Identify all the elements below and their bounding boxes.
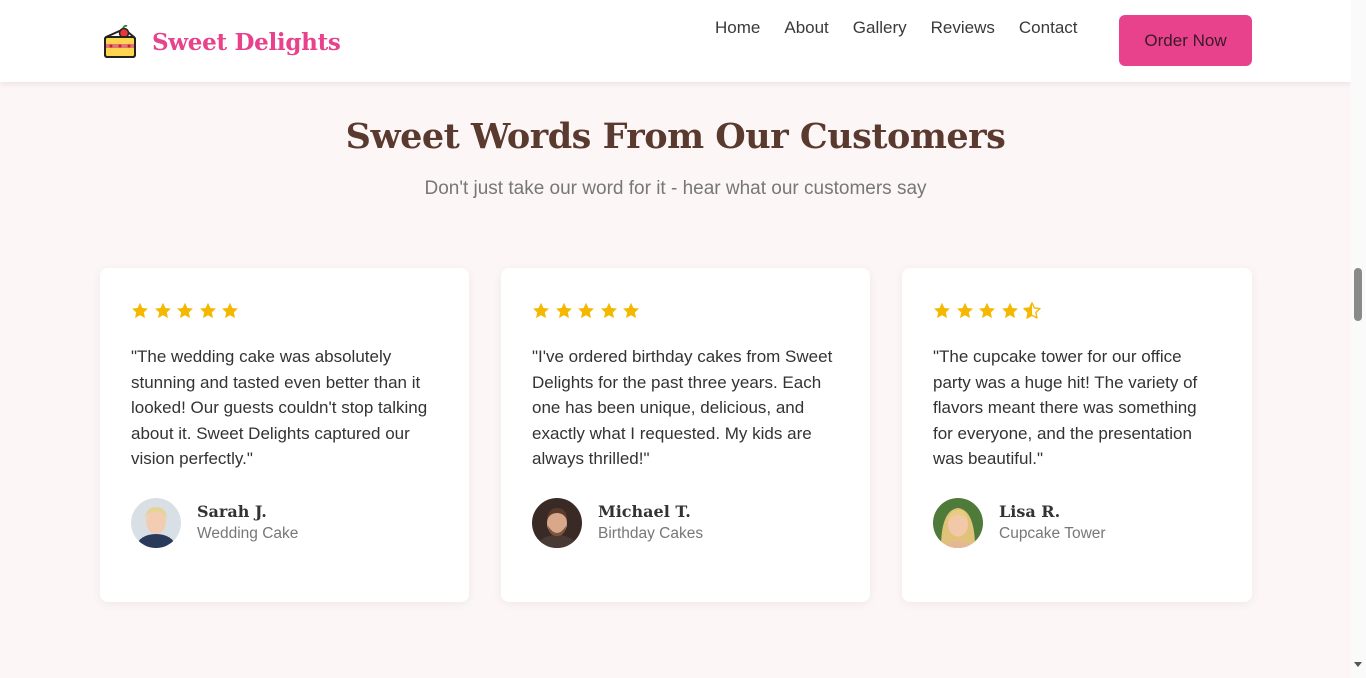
avatar bbox=[933, 497, 983, 548]
star-full-icon bbox=[979, 302, 995, 318]
star-full-icon bbox=[533, 302, 549, 318]
review-card: "The wedding cake was absolutely stunnin… bbox=[100, 268, 469, 602]
review-card: "The cupcake tower for our office party … bbox=[902, 268, 1252, 602]
author-name: Michael T. bbox=[598, 502, 691, 522]
section-subtitle: Don't just take our word for it - hear w… bbox=[424, 178, 927, 199]
review-author: Michael T. Birthday Cakes bbox=[532, 497, 839, 548]
cake-slice-icon bbox=[104, 24, 136, 58]
star-full-icon bbox=[222, 302, 238, 318]
review-card: "I've ordered birthday cakes from Sweet … bbox=[501, 268, 870, 602]
star-full-icon bbox=[132, 302, 148, 318]
nav-reviews[interactable]: Reviews bbox=[931, 17, 995, 39]
star-full-icon bbox=[578, 302, 594, 318]
author-name: Sarah J. bbox=[197, 502, 267, 522]
star-half-icon bbox=[1023, 302, 1041, 319]
avatar bbox=[532, 497, 582, 548]
nav-contact[interactable]: Contact bbox=[1019, 17, 1078, 39]
star-rating bbox=[933, 302, 1221, 322]
section-title: Sweet Words From Our Customers bbox=[345, 116, 1006, 157]
star-rating bbox=[131, 302, 438, 322]
star-full-icon bbox=[555, 302, 572, 318]
author-purchase: Cupcake Tower bbox=[999, 525, 1106, 543]
star-full-icon bbox=[154, 302, 171, 318]
star-full-icon bbox=[199, 302, 216, 318]
order-now-button[interactable]: Order Now bbox=[1119, 15, 1252, 66]
nav-home[interactable]: Home bbox=[715, 17, 760, 39]
nav-gallery[interactable]: Gallery bbox=[853, 17, 907, 39]
scrollbar-thumb[interactable] bbox=[1354, 268, 1362, 321]
site-header: Sweet Delights Home About Gallery Review… bbox=[0, 0, 1351, 82]
star-full-icon bbox=[600, 302, 617, 318]
review-text: "I've ordered birthday cakes from Sweet … bbox=[532, 347, 833, 469]
star-full-icon bbox=[623, 302, 639, 318]
review-author: Sarah J. Wedding Cake bbox=[131, 497, 438, 548]
star-rating bbox=[532, 302, 839, 322]
main-nav: Home About Gallery Reviews Contact bbox=[715, 17, 1102, 39]
brand-logo[interactable]: Sweet Delights bbox=[102, 22, 341, 62]
star-full-icon bbox=[934, 302, 950, 318]
brand-name: Sweet Delights bbox=[152, 28, 341, 56]
page-scrollbar[interactable] bbox=[1351, 0, 1366, 678]
star-full-icon bbox=[1001, 302, 1018, 318]
review-text: "The cupcake tower for our office party … bbox=[933, 347, 1198, 469]
author-name: Lisa R. bbox=[999, 502, 1061, 522]
author-purchase: Birthday Cakes bbox=[598, 525, 704, 543]
author-purchase: Wedding Cake bbox=[197, 525, 299, 543]
star-full-icon bbox=[177, 302, 193, 318]
avatar bbox=[131, 497, 181, 548]
star-full-icon bbox=[956, 302, 973, 318]
scroll-down-arrow-icon[interactable] bbox=[1354, 662, 1362, 667]
nav-about[interactable]: About bbox=[784, 17, 828, 39]
review-text: "The wedding cake was absolutely stunnin… bbox=[131, 347, 428, 469]
review-author: Lisa R. Cupcake Tower bbox=[933, 497, 1221, 548]
